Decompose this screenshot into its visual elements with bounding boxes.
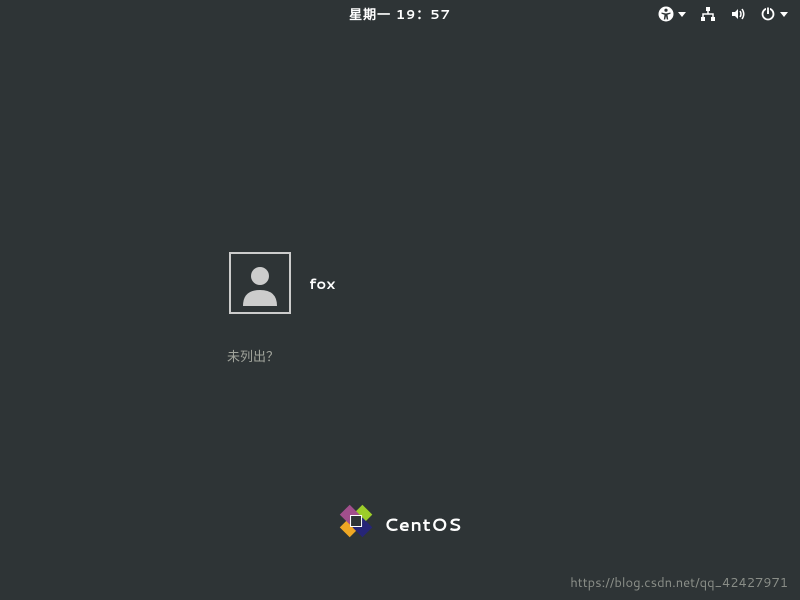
avatar-placeholder-icon [237,260,283,306]
network-indicator[interactable] [700,6,716,22]
topbar-right-group [658,6,788,22]
not-listed-link[interactable]: 未列出？ [225,346,575,366]
power-menu[interactable] [760,6,788,22]
user-name-label: fox [309,273,335,294]
accessibility-icon [658,6,674,22]
centos-logo-icon [338,503,374,545]
network-icon [700,6,716,22]
os-name-label: CentOS [384,511,462,537]
clock-datetime[interactable]: 星期一 19：57 [349,4,451,24]
volume-indicator[interactable] [730,6,746,22]
login-area: fox 未列出？ [225,248,575,366]
power-icon [760,6,776,22]
chevron-down-icon [678,12,686,17]
accessibility-menu[interactable] [658,6,686,22]
os-branding: CentOS [338,503,462,545]
user-entry[interactable]: fox [225,248,575,318]
top-bar: 星期一 19：57 [0,0,800,28]
volume-icon [730,6,746,22]
chevron-down-icon [780,12,788,17]
watermark-text: https://blog.csdn.net/qq_42427971 [570,574,788,592]
avatar [229,252,291,314]
